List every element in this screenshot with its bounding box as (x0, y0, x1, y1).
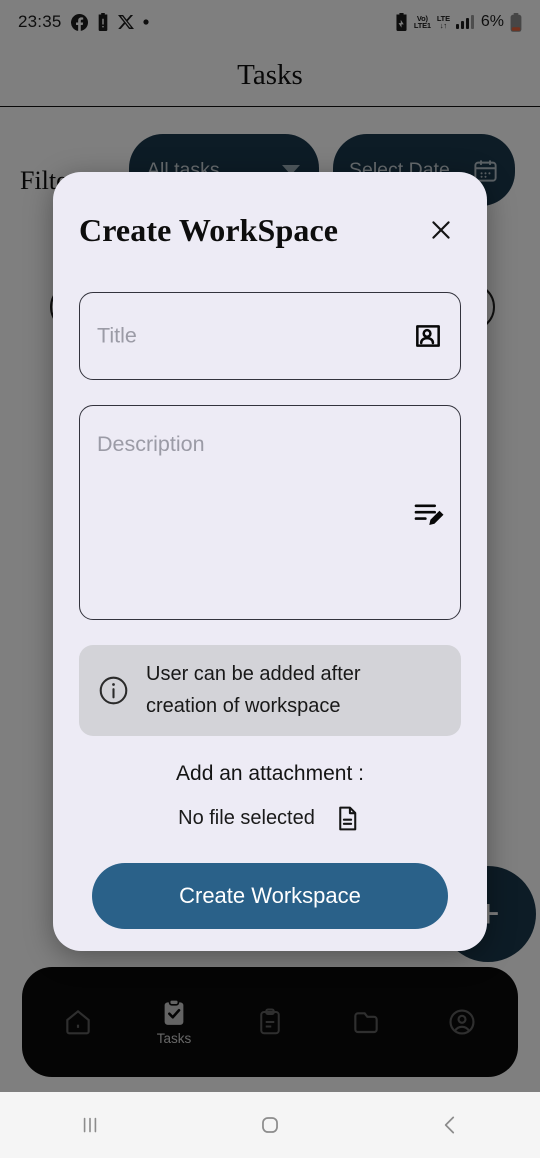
contact-card-icon (412, 320, 444, 352)
create-workspace-dialog: Create WorkSpace Title Description User … (53, 172, 487, 951)
home-square-icon[interactable] (225, 1100, 315, 1150)
dialog-title: Create WorkSpace (79, 211, 339, 248)
create-workspace-button[interactable]: Create Workspace (92, 863, 448, 930)
edit-note-icon (412, 497, 444, 529)
phone-screen: 23:35 (0, 0, 540, 1158)
system-navigation-bar (0, 1092, 540, 1158)
attachment-status: No file selected (178, 807, 315, 830)
attachment-heading: Add an attachment : (176, 762, 364, 786)
info-notice: User can be added after creation of work… (79, 645, 461, 737)
info-notice-line1: User can be added after (146, 663, 361, 685)
dialog-header: Create WorkSpace (79, 172, 461, 272)
title-placeholder: Title (97, 323, 137, 348)
recents-icon[interactable] (45, 1100, 135, 1150)
info-notice-text: User can be added after creation of work… (146, 659, 361, 722)
description-input[interactable]: Description (79, 405, 461, 620)
close-icon[interactable] (421, 210, 461, 250)
description-placeholder: Description (97, 432, 205, 456)
back-chevron-icon[interactable] (405, 1100, 495, 1150)
info-notice-line2: creation of workspace (146, 694, 341, 717)
title-input[interactable]: Title (79, 292, 461, 380)
info-circle-icon (97, 674, 130, 707)
attachment-row[interactable]: No file selected (79, 804, 461, 833)
document-icon[interactable] (333, 804, 362, 833)
